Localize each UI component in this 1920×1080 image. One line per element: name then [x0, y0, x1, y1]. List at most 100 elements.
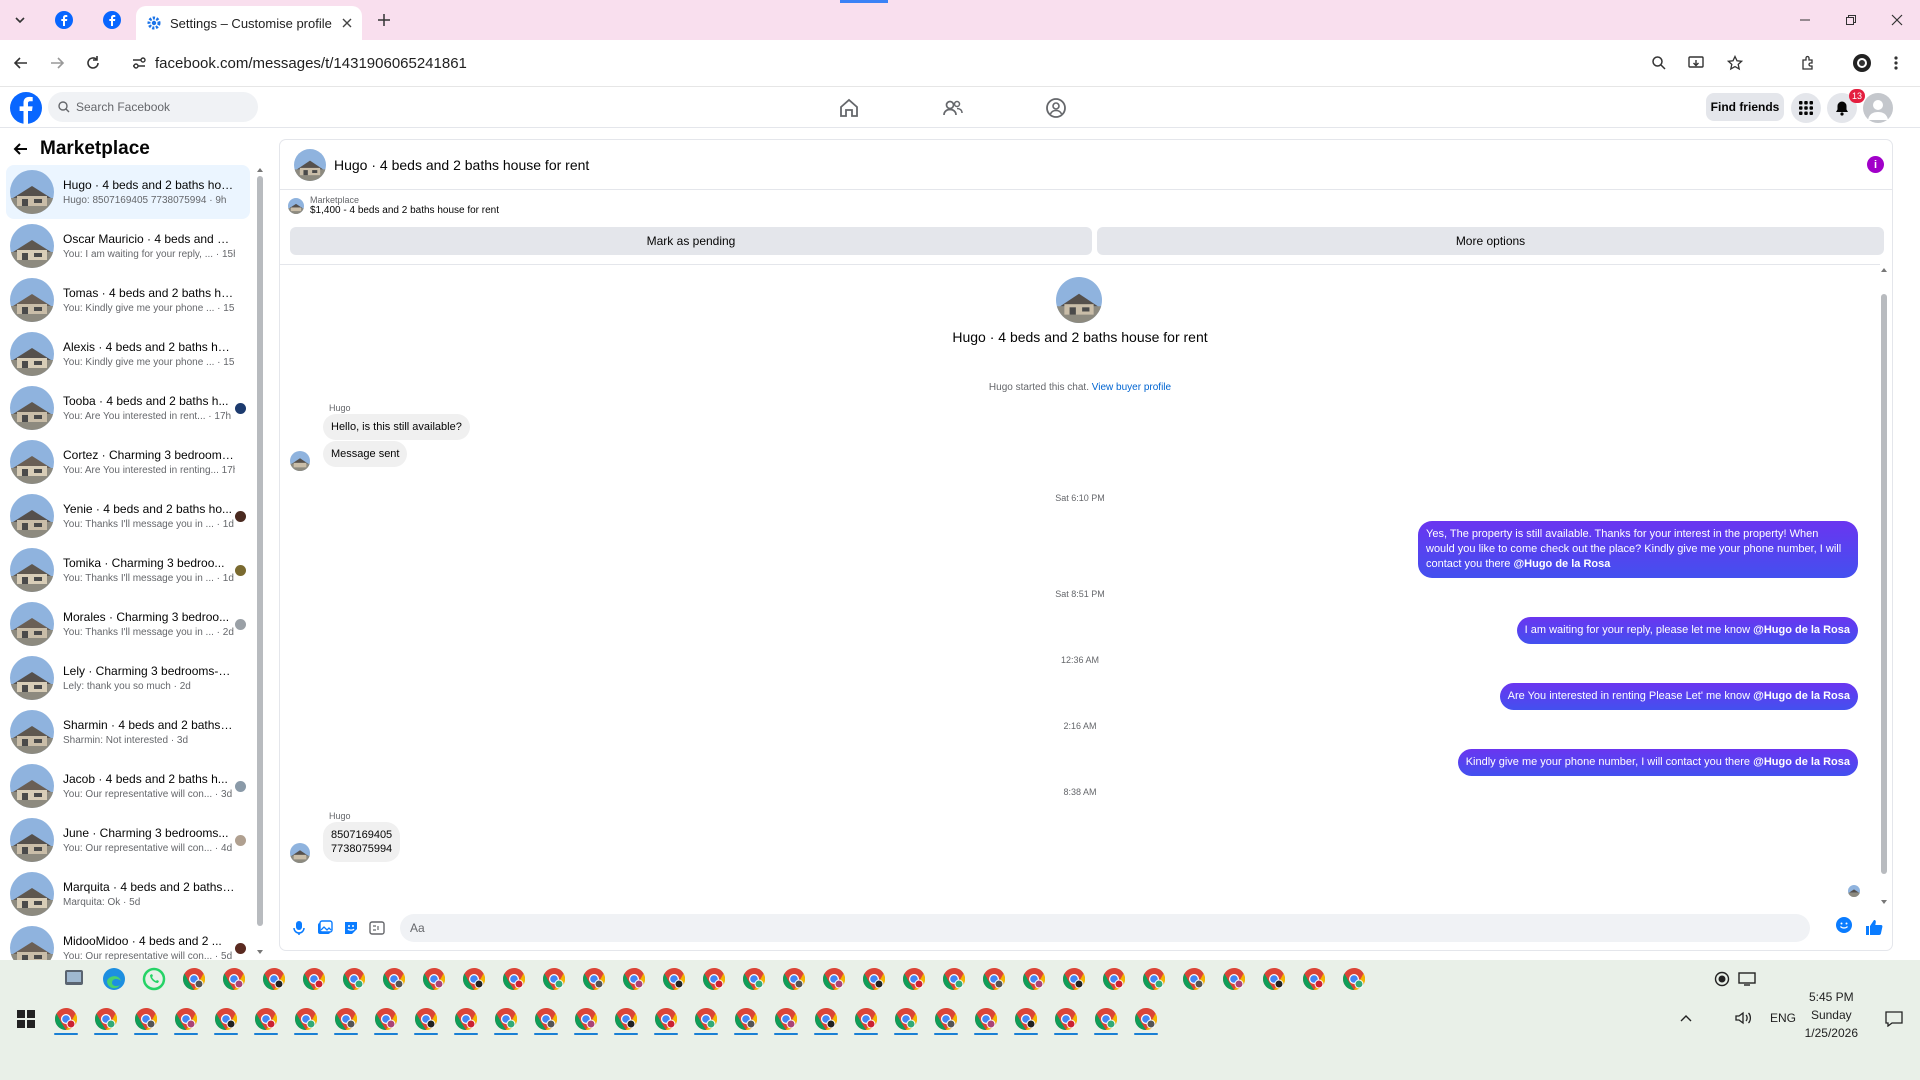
app-icon[interactable] [686, 1002, 726, 1036]
app-icon[interactable] [294, 962, 334, 996]
facebook-logo-icon[interactable] [10, 92, 42, 124]
profile-avatar-icon[interactable] [1847, 48, 1877, 78]
app-icon[interactable] [574, 962, 614, 996]
conversation-item[interactable]: Oscar Mauricio · 4 beds and 2 b... You: I… [6, 219, 250, 273]
sender-avatar[interactable] [290, 451, 310, 471]
view-buyer-profile-link[interactable]: View buyer profile [1092, 382, 1171, 393]
app-icon[interactable] [206, 1002, 246, 1036]
incoming-message[interactable]: Hello, is this still available? [323, 414, 470, 440]
install-app-icon[interactable] [1682, 48, 1712, 78]
outgoing-message[interactable]: I am waiting for your reply, please let … [1516, 617, 1858, 644]
close-tab-icon[interactable] [342, 18, 352, 28]
app-icon[interactable] [454, 962, 494, 996]
app-icon[interactable] [1054, 962, 1094, 996]
mark-as-pending-button[interactable]: Mark as pending [290, 227, 1092, 255]
app-icon[interactable] [966, 1002, 1006, 1036]
listing-banner[interactable]: Marketplace $1,400 - 4 beds and 2 baths … [288, 195, 499, 216]
screen-share-icon[interactable] [1738, 971, 1756, 987]
emoji-icon[interactable] [1836, 917, 1852, 933]
conversation-item[interactable]: June · Charming 3 bedrooms... You: Our re… [6, 813, 250, 867]
friends-icon[interactable] [940, 95, 966, 121]
account-avatar[interactable] [1863, 93, 1893, 123]
app-icon[interactable] [1006, 1002, 1046, 1036]
record-icon[interactable] [1714, 971, 1730, 987]
app-icon[interactable] [166, 1002, 206, 1036]
like-thumb-icon[interactable] [1864, 917, 1884, 937]
back-arrow-icon[interactable] [6, 48, 36, 78]
facebook-tab-icon[interactable] [88, 0, 136, 40]
app-icon[interactable] [494, 962, 534, 996]
app-icon[interactable] [134, 962, 174, 996]
app-icon[interactable] [534, 962, 574, 996]
app-icon[interactable] [414, 962, 454, 996]
sticker-icon[interactable] [340, 917, 362, 939]
chat-scrollbar[interactable] [1880, 266, 1888, 906]
info-icon[interactable]: i [1867, 156, 1884, 173]
app-icon[interactable] [1094, 962, 1134, 996]
facebook-search-input[interactable]: Search Facebook [48, 92, 258, 122]
app-icon[interactable] [1334, 962, 1374, 996]
app-icon[interactable] [214, 962, 254, 996]
home-icon[interactable] [836, 95, 862, 121]
new-tab-button[interactable] [368, 4, 400, 36]
sidebar-scrollbar[interactable] [256, 166, 264, 956]
app-icon[interactable] [46, 1002, 86, 1036]
app-icon[interactable] [1014, 962, 1054, 996]
reload-icon[interactable] [78, 48, 108, 78]
volume-icon[interactable] [1734, 1010, 1752, 1026]
app-icon[interactable] [1214, 962, 1254, 996]
browser-menu-icon[interactable] [1881, 48, 1911, 78]
conversation-item[interactable]: Jacob · 4 beds and 2 baths h... You: Our … [6, 759, 250, 813]
clock[interactable]: 5:45 PM Sunday 1/25/2026 [1805, 988, 1858, 1042]
bookmark-star-icon[interactable] [1720, 48, 1750, 78]
app-icon[interactable] [1134, 962, 1174, 996]
app-icon[interactable] [766, 1002, 806, 1036]
app-icon[interactable] [806, 1002, 846, 1036]
message-input[interactable]: Aa [400, 914, 1810, 942]
app-icon[interactable] [774, 962, 814, 996]
app-icon[interactable] [334, 962, 374, 996]
incoming-message[interactable]: Message sent [323, 441, 408, 467]
menu-grid-icon[interactable] [1791, 93, 1821, 123]
gif-icon[interactable] [366, 917, 388, 939]
app-icon[interactable] [694, 962, 734, 996]
app-icon[interactable] [606, 1002, 646, 1036]
tab-search-dropdown-icon[interactable] [0, 0, 40, 40]
app-icon[interactable] [1254, 962, 1294, 996]
app-icon[interactable] [326, 1002, 366, 1036]
address-bar[interactable]: facebook.com/messages/t/1431906065241861 [123, 46, 1756, 80]
app-icon[interactable] [1174, 962, 1214, 996]
app-icon[interactable] [486, 1002, 526, 1036]
sender-avatar[interactable] [290, 843, 310, 863]
app-icon[interactable] [566, 1002, 606, 1036]
app-icon[interactable] [654, 962, 694, 996]
app-icon[interactable] [86, 1002, 126, 1036]
app-icon[interactable] [1294, 962, 1334, 996]
groups-icon[interactable] [1043, 95, 1069, 121]
app-icon[interactable] [894, 962, 934, 996]
site-info-icon[interactable] [131, 55, 147, 71]
find-friends-button[interactable]: Find friends [1706, 93, 1784, 121]
conversation-item[interactable]: Tooba · 4 beds and 2 baths h... You: Are … [6, 381, 250, 435]
app-icon[interactable] [926, 1002, 966, 1036]
incoming-message[interactable]: 8507169405 7738075994 [323, 822, 401, 862]
app-icon[interactable] [1046, 1002, 1086, 1036]
conversation-item[interactable]: Tomas · 4 beds and 2 baths hou... You: Ki… [6, 273, 250, 327]
app-icon[interactable] [1086, 1002, 1126, 1036]
restore-icon[interactable] [1828, 0, 1874, 40]
extensions-puzzle-icon[interactable] [1793, 48, 1823, 78]
close-window-icon[interactable] [1874, 0, 1920, 40]
app-icon[interactable] [886, 1002, 926, 1036]
conversation-item[interactable]: Cortez · Charming 3 bedrooms-... You: Are… [6, 435, 250, 489]
app-icon[interactable] [614, 962, 654, 996]
app-icon[interactable] [854, 962, 894, 996]
app-icon[interactable] [814, 962, 854, 996]
app-icon[interactable] [374, 962, 414, 996]
outgoing-message[interactable]: Kindly give me your phone number, I will… [1457, 749, 1858, 776]
conversation-item[interactable]: Marquita · 4 beds and 2 baths h... Marqui… [6, 867, 250, 921]
windows-start-icon[interactable] [6, 1002, 46, 1036]
conversation-item[interactable]: Yenie · 4 beds and 2 baths ho... You: Tha… [6, 489, 250, 543]
microphone-icon[interactable] [288, 917, 310, 939]
facebook-tab-icon[interactable] [40, 0, 88, 40]
app-icon[interactable] [646, 1002, 686, 1036]
